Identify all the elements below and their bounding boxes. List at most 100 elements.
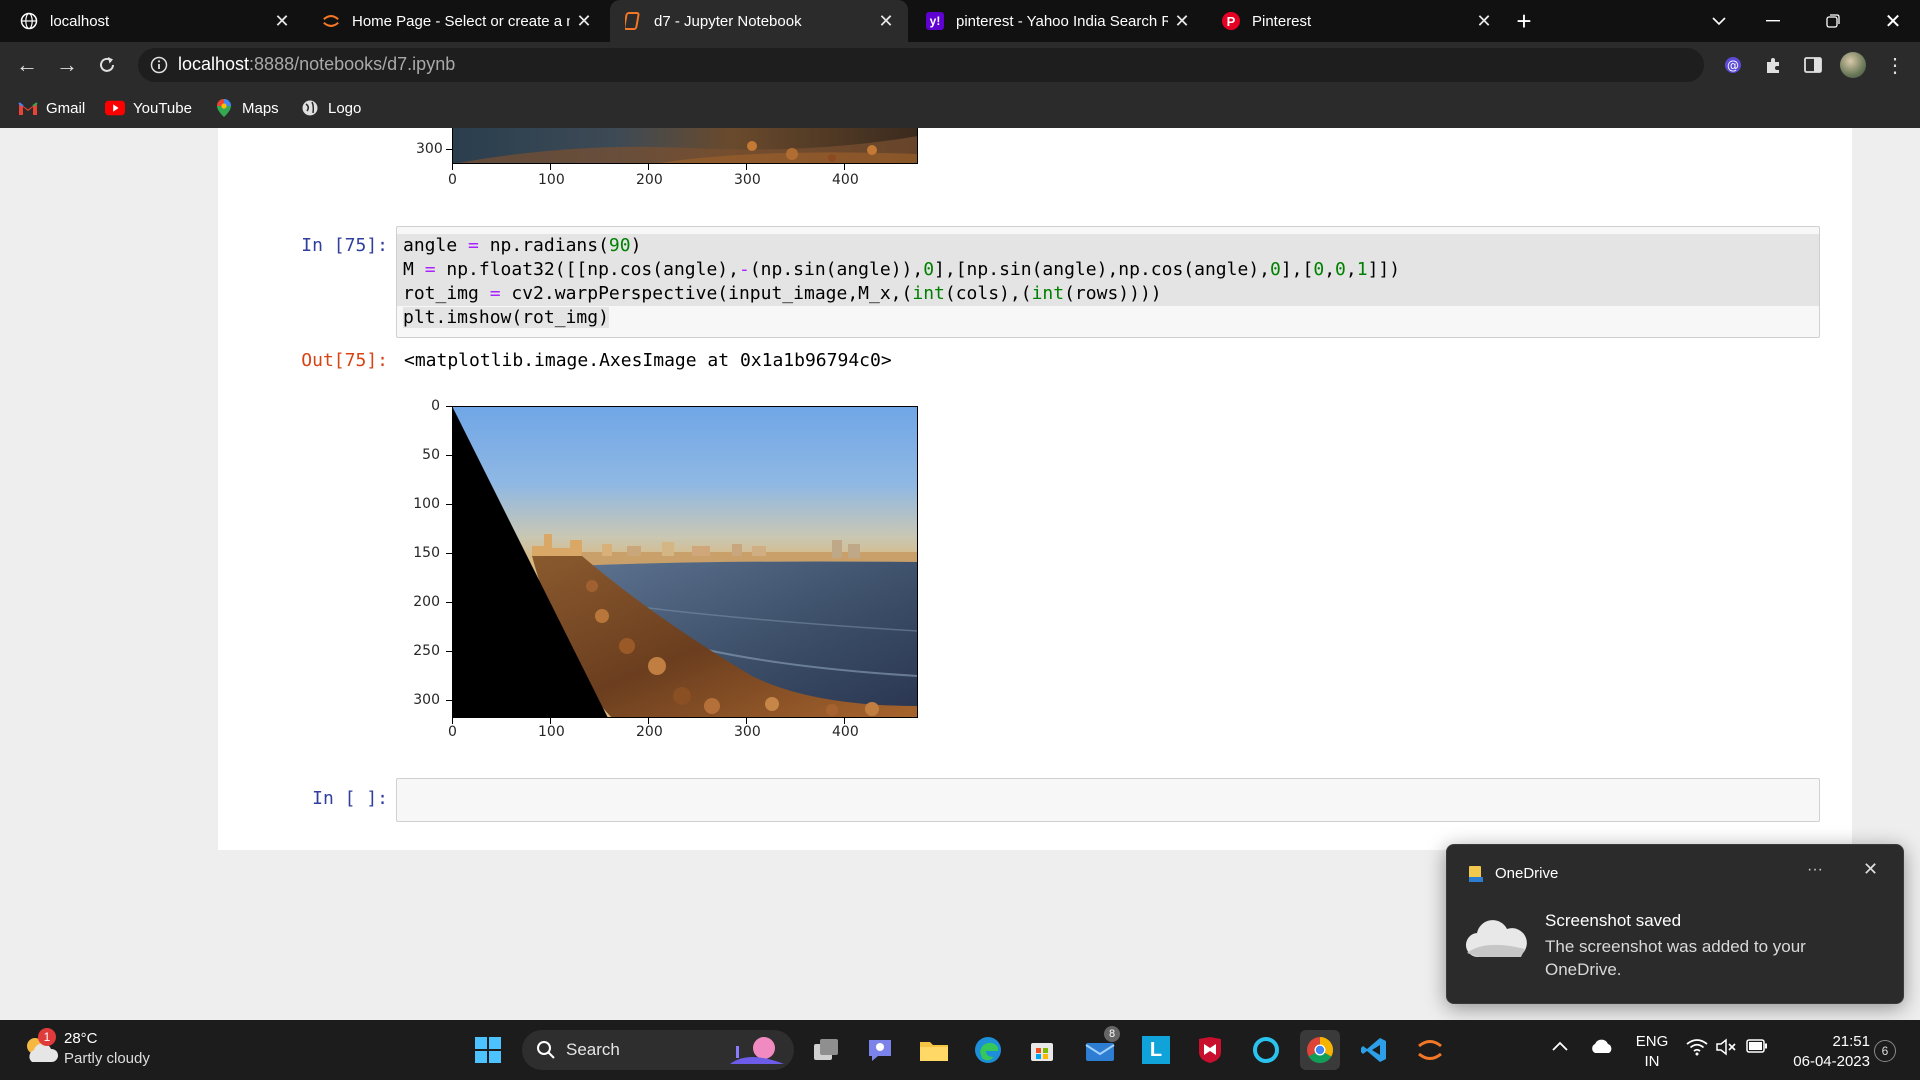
input-prompt: In [75]: (301, 235, 388, 256)
x-tick-mark (746, 164, 747, 170)
cortana-icon[interactable] (1246, 1030, 1286, 1070)
tab-jupyter-home[interactable]: Home Page - Select or create a n ✕ (308, 0, 606, 42)
globe-icon (300, 98, 320, 118)
close-window-button[interactable]: ✕ (1866, 0, 1920, 42)
tab-pinterest[interactable]: P Pinterest ✕ (1208, 0, 1506, 42)
rotated-image-plot (452, 406, 919, 718)
new-tab-button[interactable]: + (1504, 0, 1544, 42)
bookmark-maps[interactable]: Maps (214, 96, 279, 120)
x-tick-mark (844, 164, 845, 170)
minimize-button[interactable] (1746, 0, 1800, 42)
close-icon[interactable]: ✕ (1470, 11, 1498, 32)
y-tick-label: 200 (413, 594, 440, 610)
pinterest-icon: P (1222, 12, 1240, 30)
extension-at-icon[interactable]: @ (1718, 50, 1748, 80)
code-line: rot_img = cv2.warpPerspective(input_imag… (397, 282, 1819, 306)
toast-more-button[interactable]: ··· (1807, 861, 1823, 879)
jupyter-icon (322, 12, 340, 30)
notebook-icon (624, 12, 642, 30)
bookmark-gmail[interactable]: Gmail (18, 96, 85, 120)
url-path: :8888/notebooks/d7.ipynb (249, 54, 456, 74)
bookmark-label: Gmail (46, 99, 86, 117)
weather-widget[interactable]: 1 28°C Partly cloudy (20, 1028, 220, 1072)
url-host: localhost (178, 54, 250, 74)
code-line: angle = np.radians(90) (397, 234, 1819, 258)
start-button[interactable] (468, 1030, 508, 1070)
tab-title: pinterest - Yahoo India Search Re (956, 12, 1168, 30)
site-info-icon[interactable] (150, 56, 168, 79)
x-tick-label: 400 (832, 724, 859, 740)
bookmark-youtube[interactable]: YouTube (105, 96, 192, 120)
close-icon[interactable]: ✕ (570, 11, 598, 32)
file-explorer-icon[interactable] (914, 1030, 954, 1070)
bookmark-logo[interactable]: Logo (300, 96, 361, 120)
search-label: Search (566, 1040, 620, 1059)
tab-title: d7 - Jupyter Notebook (654, 12, 802, 30)
tab-yahoo-search[interactable]: y! pinterest - Yahoo India Search Re ✕ (912, 0, 1204, 42)
tab-localhost[interactable]: localhost ✕ (6, 0, 304, 42)
clock[interactable]: 21:51 06-04-2023 (1776, 1032, 1870, 1072)
onedrive-notification[interactable]: OneDrive ··· ✕ Screenshot saved The scre… (1446, 844, 1904, 1004)
forward-button[interactable]: → (52, 50, 82, 80)
x-tick-label: 200 (636, 724, 663, 740)
reload-button[interactable] (92, 50, 122, 80)
teams-chat-icon[interactable] (860, 1030, 900, 1070)
taskbar-search[interactable]: Search (522, 1030, 794, 1070)
back-button[interactable]: ← (12, 50, 42, 80)
mail-icon[interactable]: 8 (1080, 1026, 1120, 1070)
extensions-puzzle-icon[interactable] (1758, 50, 1788, 80)
notification-count-badge[interactable]: 6 (1874, 1040, 1896, 1062)
y-tick-label: 0 (431, 398, 440, 414)
bookmark-label: Logo (328, 99, 362, 117)
l-app-icon[interactable]: L (1136, 1030, 1176, 1070)
search-icon (536, 1040, 556, 1065)
task-view-icon[interactable] (806, 1030, 846, 1070)
y-tick-label: 250 (413, 643, 440, 659)
bookmark-label: Maps (242, 99, 279, 117)
mcafee-icon[interactable] (1190, 1030, 1230, 1070)
menu-kebab-icon[interactable]: ⋮ (1880, 50, 1910, 80)
volume-muted-icon[interactable] (1716, 1038, 1738, 1061)
y-tick-label: 50 (422, 447, 440, 463)
globe-icon (20, 12, 38, 30)
onedrive-tray-icon[interactable] (1590, 1038, 1614, 1059)
x-tick-label: 100 (538, 172, 565, 188)
tab-title: localhost (50, 12, 110, 30)
restore-button[interactable] (1806, 0, 1860, 42)
vscode-icon[interactable] (1354, 1030, 1394, 1070)
toast-close-button[interactable]: ✕ (1863, 859, 1878, 880)
close-icon[interactable]: ✕ (872, 11, 900, 32)
tab-title: Pinterest (1252, 12, 1312, 30)
wifi-icon[interactable] (1686, 1038, 1708, 1061)
close-icon[interactable]: ✕ (268, 11, 296, 32)
edge-browser-icon[interactable] (968, 1030, 1008, 1070)
search-highlight-icon (728, 1034, 786, 1071)
jupyter-taskbar-icon[interactable] (1410, 1030, 1450, 1070)
code-cell-editor[interactable]: angle = np.radians(90) M = np.float32([[… (396, 226, 1820, 338)
weather-temp: 28°C (64, 1030, 98, 1047)
microsoft-store-icon[interactable] (1022, 1030, 1062, 1070)
empty-code-cell[interactable] (396, 778, 1820, 822)
youtube-icon (105, 98, 125, 118)
input-prompt: In [ ]: (312, 788, 388, 809)
tray-overflow-chevron-icon[interactable] (1552, 1038, 1568, 1056)
close-icon[interactable]: ✕ (1168, 11, 1196, 32)
clock-date: 06-04-2023 (1793, 1053, 1870, 1070)
y-tick-mark (446, 651, 452, 652)
y-tick-label: 300 (416, 141, 443, 157)
y-tick-label: 100 (413, 496, 440, 512)
address-bar[interactable]: localhost:8888/notebooks/d7.ipynb (138, 48, 1704, 82)
chrome-icon[interactable] (1300, 1030, 1340, 1070)
cloud-icon (1465, 917, 1527, 964)
side-panel-icon[interactable] (1798, 50, 1828, 80)
url-text[interactable]: localhost:8888/notebooks/d7.ipynb (178, 54, 455, 75)
y-tick-mark (446, 602, 452, 603)
tab-search-chevron-icon[interactable] (1692, 0, 1746, 42)
battery-icon[interactable] (1746, 1039, 1768, 1058)
profile-avatar[interactable] (1838, 50, 1868, 80)
gmail-icon (18, 98, 38, 118)
weather-alert-badge: 1 (38, 1028, 56, 1046)
language-indicator[interactable]: ENG IN (1630, 1032, 1674, 1072)
tab-d7-notebook[interactable]: d7 - Jupyter Notebook ✕ (610, 0, 908, 42)
y-tick-mark (446, 700, 452, 701)
